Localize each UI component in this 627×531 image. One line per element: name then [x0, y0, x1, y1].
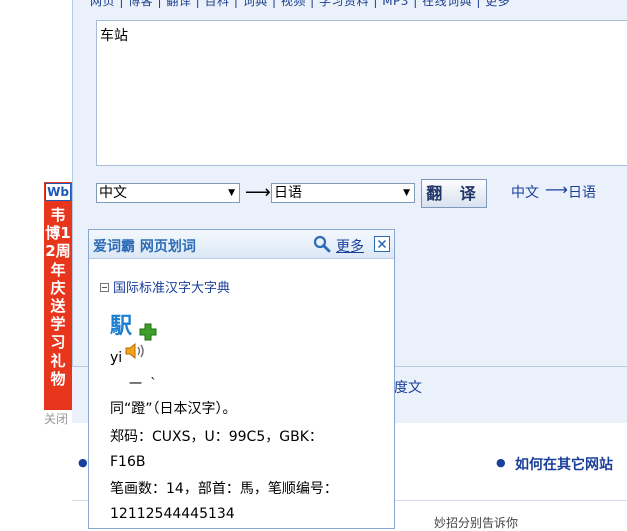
bullet-icon: ● [78, 456, 88, 469]
to-language-select[interactable]: 日语 ▼ [271, 183, 415, 203]
quick-from-link[interactable]: 中文 [511, 182, 539, 202]
speaker-icon[interactable] [124, 342, 146, 360]
promo-banner-text[interactable]: 韦博12周年庆送学习礼物 [44, 206, 72, 388]
headword: 駅 [110, 314, 133, 339]
quick-to-link[interactable]: 日语 [568, 182, 596, 202]
bullet-icon: ● [496, 456, 506, 469]
banner-close-link[interactable]: 关闭 [44, 410, 68, 427]
to-language-value: 日语 [274, 185, 302, 201]
behind-bottom-text: 妙招分别告诉你 [434, 516, 519, 530]
entry-line: F16B [110, 454, 146, 470]
dropdown-arrow-icon: ▼ [403, 188, 410, 198]
collapse-icon [100, 283, 109, 292]
pinyin: yi [110, 350, 123, 366]
source-text-input[interactable]: 车站 [96, 20, 627, 166]
section-title: 国际标准汉字大字典 [113, 281, 231, 296]
dictionary-section-toggle[interactable]: 国际标准汉字大字典 [100, 277, 230, 296]
quick-arrow-icon: ⟶ [545, 180, 568, 199]
top-nav[interactable]: 网页 | 博客 | 翻译 | 百科 | 词典 | 视频 | 学习资料 | MP3… [90, 0, 627, 8]
translate-button[interactable]: 翻 译 [421, 179, 487, 208]
more-link[interactable]: 更多 [336, 236, 364, 256]
entry-line: 郑码：CUXS，U：99C5，GBK： [110, 429, 323, 445]
from-language-select[interactable]: 中文 ▼ [96, 183, 240, 203]
entry-line: 笔画数：14，部首：馬，笔顺编号： [110, 481, 338, 497]
dropdown-arrow-icon: ▼ [228, 188, 235, 198]
behind-link-text[interactable]: 度文 [394, 377, 422, 397]
entry-line: 同“蹬”（日本汉字）。 [110, 401, 237, 417]
stroke-order: 一 ` [129, 377, 159, 392]
popup-title: 爱词霸 网页划词 [93, 239, 196, 255]
add-to-wordbook-icon[interactable] [138, 322, 158, 342]
wb-logo: Wb [45, 183, 71, 201]
from-language-value: 中文 [99, 185, 127, 201]
search-icon[interactable] [313, 235, 331, 253]
howto-link[interactable]: 如何在其它网站 [515, 454, 613, 474]
close-icon[interactable] [374, 236, 390, 252]
direction-arrow-icon: ⟶ [245, 182, 271, 203]
entry-line: 12112544445134 [110, 506, 235, 522]
